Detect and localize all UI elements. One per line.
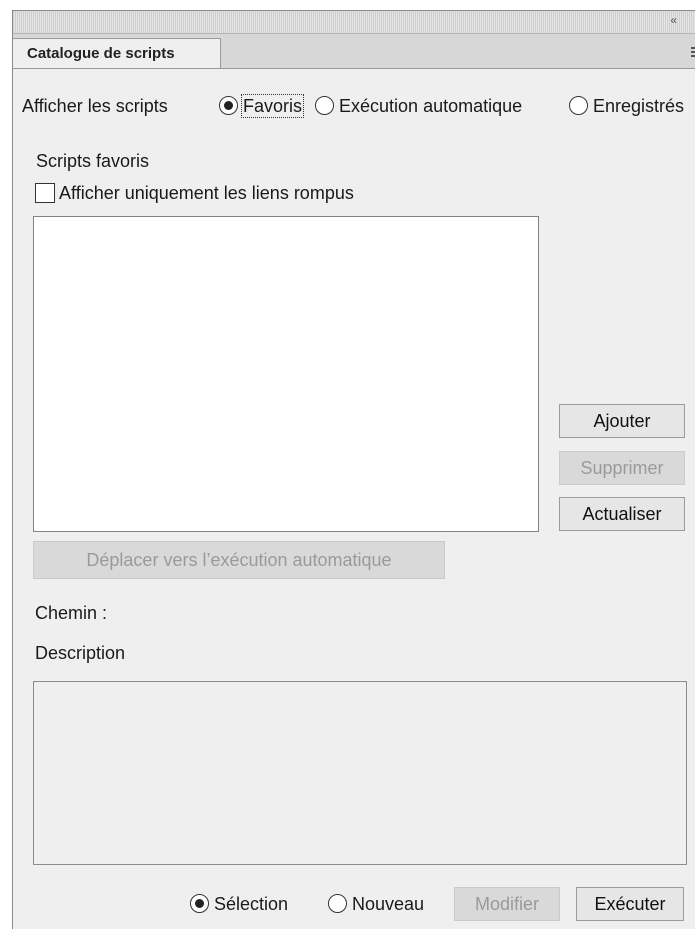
radio-favorites-icon[interactable] — [219, 96, 238, 115]
favorites-heading: Scripts favoris — [36, 151, 149, 172]
modify-button[interactable]: Modifier — [454, 887, 560, 921]
add-button[interactable]: Ajouter — [559, 404, 685, 438]
radio-auto-execution[interactable]: Exécution automatique — [315, 96, 522, 117]
radio-auto-execution-label[interactable]: Exécution automatique — [339, 96, 522, 116]
radio-new[interactable]: Nouveau — [328, 894, 424, 915]
favorites-list[interactable] — [33, 216, 539, 532]
tab-bar: Catalogue de scripts — [13, 34, 695, 69]
radio-selection-icon[interactable] — [190, 894, 209, 913]
broken-links-option[interactable]: Afficher uniquement les liens rompus — [35, 183, 354, 204]
refresh-button[interactable]: Actualiser — [559, 497, 685, 531]
broken-links-label[interactable]: Afficher uniquement les liens rompus — [59, 183, 354, 203]
description-box — [33, 681, 687, 865]
radio-selection[interactable]: Sélection — [190, 894, 288, 915]
panel-title-bar: « × — [13, 11, 695, 34]
collapse-icon[interactable]: « — [670, 13, 675, 27]
radio-saved-icon[interactable] — [569, 96, 588, 115]
path-label: Chemin : — [35, 603, 107, 624]
move-to-auto-execution-button[interactable]: Déplacer vers l’exécution automatique — [33, 541, 445, 579]
script-catalog-panel: « × Catalogue de scripts Afficher les sc… — [12, 10, 695, 929]
run-button[interactable]: Exécuter — [576, 887, 684, 921]
broken-links-checkbox[interactable] — [35, 183, 55, 203]
remove-button[interactable]: Supprimer — [559, 451, 685, 485]
radio-saved[interactable]: Enregistrés — [569, 96, 684, 117]
radio-favorites[interactable]: Favoris — [219, 96, 302, 117]
radio-new-label[interactable]: Nouveau — [352, 894, 424, 914]
radio-selection-label[interactable]: Sélection — [214, 894, 288, 914]
radio-new-icon[interactable] — [328, 894, 347, 913]
radio-favorites-label[interactable]: Favoris — [243, 96, 302, 116]
show-scripts-label: Afficher les scripts — [22, 96, 168, 117]
panel-menu-icon[interactable] — [691, 47, 695, 57]
description-label: Description — [35, 643, 125, 664]
radio-saved-label[interactable]: Enregistrés — [593, 96, 684, 116]
radio-auto-execution-icon[interactable] — [315, 96, 334, 115]
tab-script-catalog[interactable]: Catalogue de scripts — [13, 38, 221, 68]
